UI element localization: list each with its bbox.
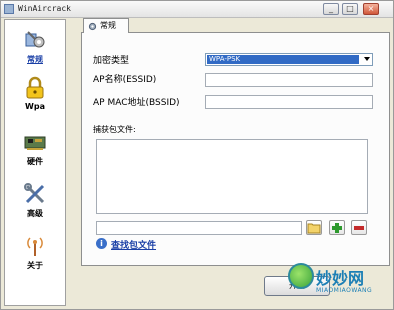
- maximize-button[interactable]: □: [342, 3, 358, 15]
- sidebar-item-label: Wpa: [25, 102, 45, 111]
- sidebar-item-advanced[interactable]: 高级: [5, 182, 65, 230]
- sidebar: 常规 Wpa 硬件 高级 关于: [4, 19, 66, 306]
- remove-file-button[interactable]: [351, 220, 367, 235]
- sidebar-item-label: 常规: [27, 55, 43, 64]
- plus-icon: [332, 223, 342, 233]
- padlock-icon: [26, 76, 44, 99]
- tools-icon: [24, 183, 45, 204]
- encryption-type-value: WPA-PSK: [207, 55, 359, 64]
- sidebar-item-hardware[interactable]: 硬件: [5, 130, 65, 178]
- sidebar-item-label: 硬件: [27, 157, 43, 166]
- chevron-down-icon[interactable]: [364, 57, 370, 61]
- bssid-input[interactable]: [205, 95, 373, 109]
- essid-label: AP名称(ESSID): [93, 75, 157, 85]
- sidebar-item-wpa[interactable]: Wpa: [5, 76, 65, 124]
- sidebar-item-general[interactable]: 常规: [5, 28, 65, 76]
- gear-icon: [88, 22, 97, 31]
- capture-file-label: 捕获包文件:: [93, 125, 136, 134]
- encryption-type-label: 加密类型: [93, 56, 130, 66]
- antenna-icon: [27, 237, 43, 256]
- browse-folder-button[interactable]: [306, 220, 322, 235]
- capture-path-input[interactable]: [96, 221, 302, 235]
- tab-general[interactable]: 常规: [83, 18, 129, 33]
- watermark-logo: 妙妙网 MIAOMIAOWANG: [286, 259, 392, 299]
- wrench-cog-icon: [25, 31, 45, 48]
- watermark-text: 妙妙网: [316, 269, 365, 288]
- bssid-label: AP MAC地址(BSSID): [93, 98, 180, 108]
- tab-label: 常规: [100, 21, 116, 30]
- close-button[interactable]: ×: [363, 3, 379, 15]
- add-file-button[interactable]: [329, 220, 345, 235]
- hardware-card-icon: [24, 136, 46, 150]
- minus-icon: [354, 226, 364, 230]
- info-icon: i: [96, 238, 107, 249]
- encryption-type-select[interactable]: WPA-PSK: [205, 53, 373, 66]
- essid-input[interactable]: [205, 73, 373, 87]
- title-bar[interactable]: WinAircrack _ □ ×: [1, 1, 393, 18]
- sidebar-item-label: 关于: [27, 261, 43, 270]
- find-link-label: 查找包文件: [111, 241, 157, 251]
- sidebar-item-label: 高级: [27, 209, 43, 218]
- sidebar-item-about[interactable]: 关于: [5, 234, 65, 282]
- window-title: WinAircrack: [18, 4, 71, 13]
- folder-icon: [307, 223, 321, 234]
- watermark-subtext: MIAOMIAOWANG: [316, 287, 373, 294]
- minimize-button[interactable]: _: [323, 3, 339, 15]
- app-icon: [4, 4, 14, 14]
- watermark-icon: [288, 263, 314, 289]
- capture-file-list[interactable]: [96, 139, 368, 214]
- app-window: WinAircrack _ □ × 常规 Wpa 硬件 高级 关于 常规 加密类…: [0, 0, 394, 310]
